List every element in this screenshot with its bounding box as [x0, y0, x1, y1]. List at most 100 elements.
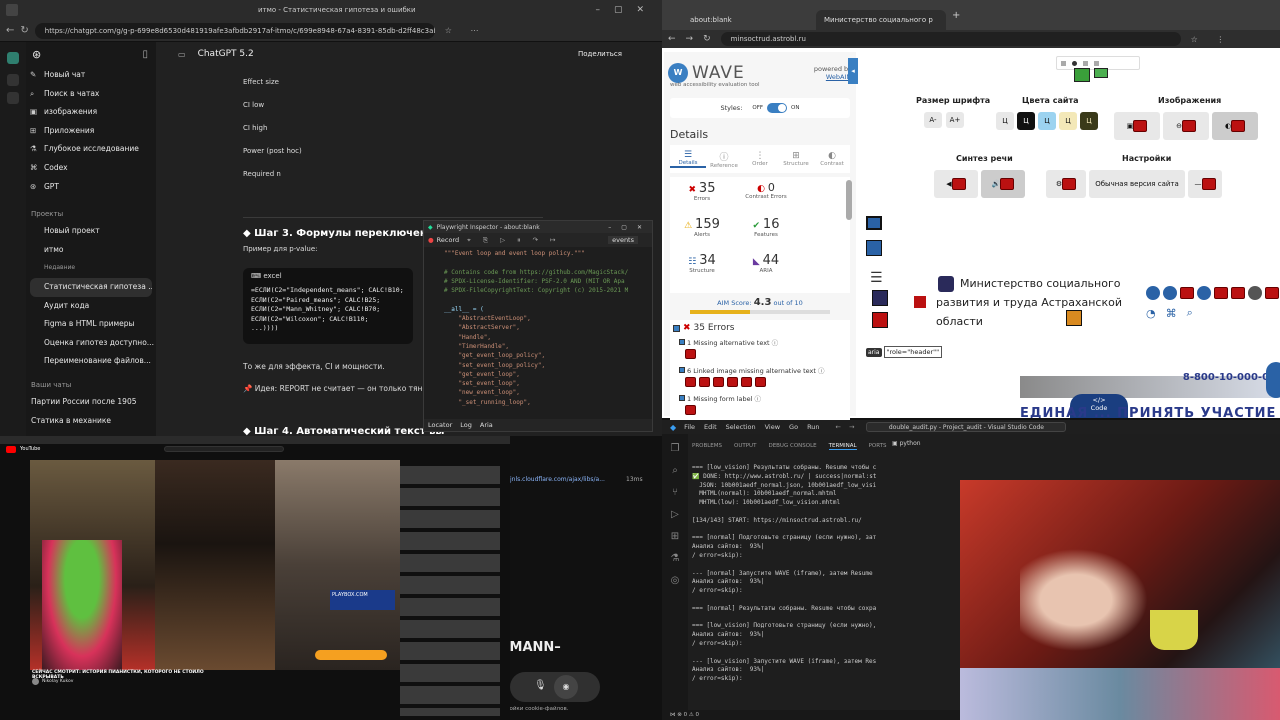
project-item[interactable]: Оценка гипотез доступно...	[26, 334, 156, 353]
explorer-icon[interactable]: ❐	[662, 438, 688, 460]
wave-error-icon[interactable]	[685, 349, 696, 359]
toolbar-icons[interactable]: ☆ ⋯	[445, 26, 487, 35]
menu-item[interactable]: File	[684, 423, 695, 431]
styles-toggle[interactable]	[767, 103, 788, 113]
sidebar-item[interactable]: ⊛ GPT	[26, 178, 156, 197]
sidebar-toggle-icon[interactable]: ▯	[142, 49, 148, 60]
terminal-shell[interactable]: ▣ python	[892, 440, 921, 447]
tool-3-icon[interactable]	[1083, 60, 1088, 66]
history-icon[interactable]	[7, 74, 19, 86]
voice-mode-icon[interactable]: ◉	[554, 675, 578, 699]
project-item[interactable]: Аудит кода	[26, 297, 156, 316]
error-item-checkbox[interactable]	[679, 395, 685, 401]
wave-stat[interactable]: ◣ 44 ARIA	[734, 253, 798, 289]
inspector-tool-icons[interactable]: ⌖ ⎘ ▷ ⏸ ↷ ↦	[467, 236, 560, 245]
color-brown-button[interactable]: Ц	[1080, 112, 1098, 130]
sidebar-item[interactable]: ⌘ Codex	[26, 159, 156, 178]
images-off-button[interactable]: ⊖	[1163, 112, 1209, 140]
close-panel-button[interactable]: —	[1188, 170, 1222, 198]
speech-off-button[interactable]: ◀	[934, 170, 978, 198]
speech-on-button[interactable]: 🔊	[981, 170, 1025, 198]
project-item[interactable]: Статистическая гипотеза ...	[30, 277, 152, 297]
problem-counts[interactable]: ⊗ 0 ⚠ 0	[677, 712, 699, 718]
wave-stat[interactable]: ⚠ 159 Alerts	[670, 217, 734, 253]
panel-tab[interactable]: OUTPUT	[734, 443, 756, 449]
left-url-input[interactable]: https://chatgpt.com/g/g-p-699e8d6530d481…	[34, 22, 435, 39]
menu-item[interactable]: Run	[807, 423, 819, 431]
tab-actions-icon[interactable]	[6, 4, 18, 16]
run-debug-icon[interactable]: ▷	[662, 504, 688, 526]
info-icon[interactable]: ⓘ	[816, 367, 825, 375]
remote-icon[interactable]: ◎	[662, 570, 688, 592]
hamburger-menu-icon[interactable]: ☰	[870, 270, 883, 286]
event-select[interactable]: events	[608, 236, 638, 244]
wave-tab[interactable]: ⓘ Reference	[706, 150, 742, 169]
info-icon[interactable]: ⓘ	[770, 339, 779, 347]
error-item-checkbox[interactable]	[679, 339, 685, 345]
source-control-icon[interactable]: ⑂	[662, 482, 688, 504]
webaim-link[interactable]: WebAIM	[814, 73, 852, 81]
chat-item[interactable]: Партии России после 1905	[26, 393, 156, 412]
yt-search-input[interactable]	[164, 446, 285, 452]
wave-error-icon[interactable]	[685, 377, 696, 387]
normal-version-button[interactable]: Обычная версия сайта	[1089, 170, 1185, 198]
inspector-tab[interactable]: Locator	[428, 421, 452, 429]
right-url-input[interactable]: minsoctrud.astrobl.ru	[720, 32, 1181, 46]
inspector-tab[interactable]: Log	[460, 421, 472, 429]
menu-item[interactable]: Go	[789, 423, 798, 431]
sitemap-icon[interactable]: ⌘	[1166, 307, 1177, 320]
project-item[interactable]: Переименование файлов...	[26, 352, 156, 371]
wave-tab[interactable]: ⋮ Order	[742, 151, 778, 167]
channel-name[interactable]: Nikolay Kukov	[42, 679, 73, 684]
wave-error-icon[interactable]	[685, 405, 696, 415]
color-dark-button[interactable]: Ц	[1017, 112, 1035, 130]
bookmarks-icon[interactable]	[7, 92, 19, 104]
menu-item[interactable]: View	[765, 423, 780, 431]
sidebar-item[interactable]: ▣ изображения	[26, 103, 156, 122]
wave-error-item[interactable]: 1 Missing alternative text ⓘ	[673, 337, 847, 361]
command-center[interactable]: double_audit.py - Project_audit - Visual…	[866, 422, 1067, 432]
wave-tab[interactable]: ⊞ Structure	[778, 151, 814, 167]
org-name[interactable]: Министерство социального развития и труд…	[936, 274, 1122, 331]
project-item[interactable]: Новый проект	[26, 222, 156, 241]
errors-checkbox[interactable]	[673, 324, 680, 332]
sidebar-item[interactable]: ⌕ Поиск в чатах	[26, 85, 156, 104]
playwright-window-controls[interactable]: –▢✕	[608, 224, 652, 231]
vk-icon[interactable]	[1163, 286, 1177, 300]
social-icon-2[interactable]	[1248, 286, 1262, 300]
extension-icon[interactable]	[7, 52, 19, 64]
right-toolbar-icons[interactable]: ☆ ⋮	[1191, 35, 1233, 44]
panel-tab[interactable]: PROBLEMS	[692, 443, 722, 449]
wave-stat[interactable]: ◐ 0 Contrast Errors	[734, 181, 798, 217]
panel-tab[interactable]: TERMINAL	[828, 443, 857, 450]
chat-item[interactable]: Статика в механике	[26, 412, 156, 431]
project-item[interactable]: Figma в HTML примеры	[26, 315, 156, 334]
share-button[interactable]: Поделиться	[578, 50, 622, 58]
tool-1-icon[interactable]	[1061, 60, 1066, 66]
nav-arrows[interactable]: ←→	[836, 423, 863, 431]
wave-scrollbar[interactable]	[846, 180, 852, 220]
network-link[interactable]: jnls.cloudflare.com/ajax/libs/a...	[510, 476, 605, 483]
collapse-panel-icon[interactable]: ◂	[848, 58, 858, 84]
extensions-icon[interactable]: ⊞	[662, 526, 688, 548]
mic-icon[interactable]: 🎙	[534, 680, 547, 691]
project-item[interactable]: Недавние	[26, 259, 156, 278]
video-player[interactable]: PLAYBOX.COM	[30, 460, 400, 670]
panel-tab[interactable]: PORTS	[869, 443, 887, 449]
search-icon[interactable]: ⌕	[1187, 306, 1193, 320]
yt-recommendations[interactable]	[400, 466, 500, 716]
wave-error-icon[interactable]	[713, 377, 724, 387]
color-default-button[interactable]: Ц	[996, 112, 1014, 130]
wave-stat[interactable]: ☷ 34 Structure	[670, 253, 734, 289]
record-icon[interactable]: ●	[428, 236, 434, 244]
sidebar-item[interactable]: ✎ Новый чат	[26, 66, 156, 85]
folder-icon[interactable]: ▭	[178, 50, 186, 59]
chat-input[interactable]: 🎙 ◉	[510, 672, 600, 702]
ok-icon[interactable]	[1197, 286, 1211, 300]
sidebar-item[interactable]: ⊞ Приложения	[26, 122, 156, 141]
social-icon-1[interactable]	[1146, 286, 1160, 300]
font-increase-button[interactable]: A+	[946, 112, 964, 128]
menu-item[interactable]: Selection	[726, 423, 756, 431]
tool-2-icon[interactable]	[1072, 60, 1077, 66]
back-icon[interactable]: ←	[6, 25, 14, 36]
